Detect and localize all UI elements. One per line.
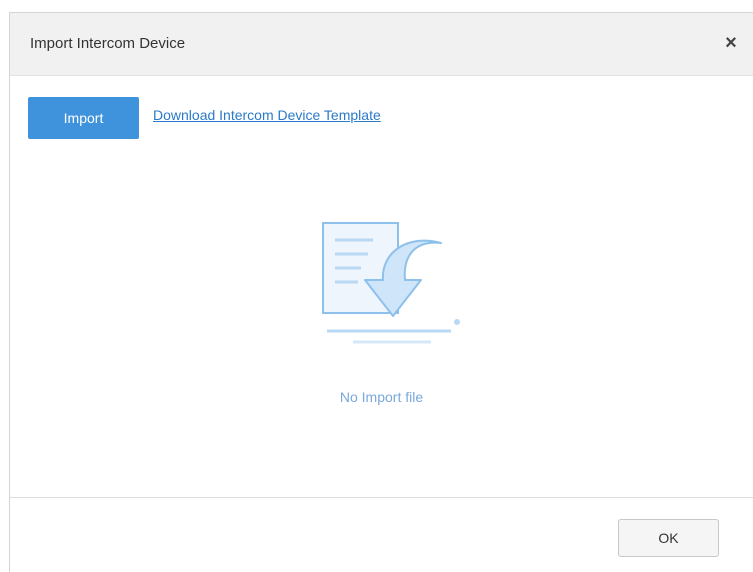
close-icon[interactable]: × <box>719 31 743 55</box>
ok-button[interactable]: OK <box>618 519 719 557</box>
download-template-link[interactable]: Download Intercom Device Template <box>153 107 381 123</box>
import-dialog: Import Intercom Device × Import Download… <box>9 12 753 572</box>
import-file-icon <box>322 222 460 344</box>
background-content-strip <box>0 0 753 12</box>
dialog-title: Import Intercom Device <box>30 35 186 52</box>
footer-divider <box>10 497 753 498</box>
empty-state-message: No Import file <box>339 389 424 405</box>
import-button[interactable]: Import <box>28 97 139 139</box>
accent-dot <box>454 319 460 325</box>
dialog-header: Import Intercom Device × <box>10 13 753 76</box>
